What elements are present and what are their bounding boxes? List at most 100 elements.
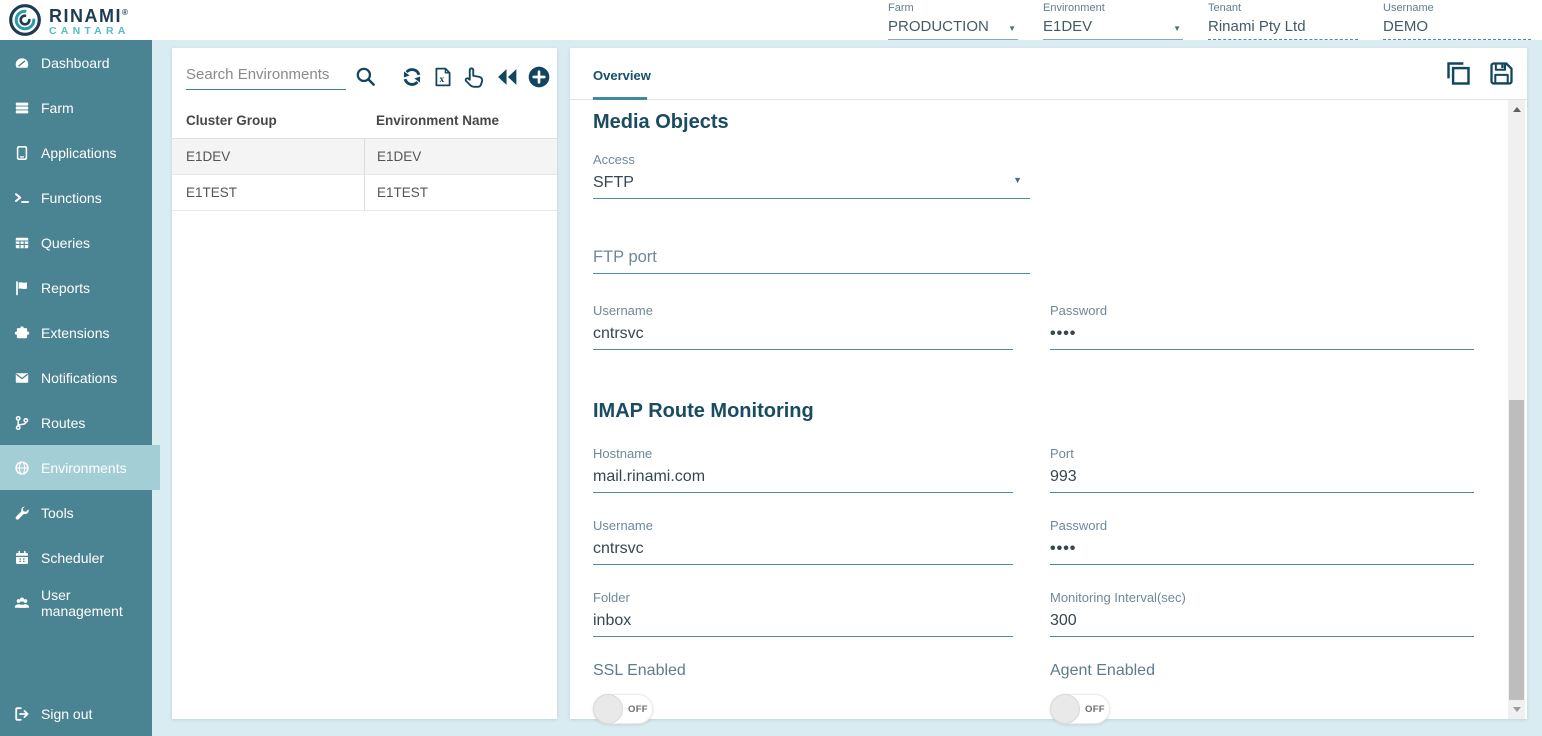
brand-logo: RINAMI® CANTARA — [8, 3, 130, 37]
agent-enabled-label: Agent Enabled — [1050, 661, 1507, 681]
ftp-port-input[interactable] — [593, 247, 1030, 269]
copy-button[interactable] — [1445, 60, 1472, 90]
media-username-input[interactable] — [593, 323, 1013, 345]
environment-label: Environment — [1043, 2, 1183, 15]
sidebar-item-label: Queries — [41, 235, 90, 251]
sidebar-item-label: Notifications — [41, 370, 117, 386]
sidebar-item-label: Tools — [41, 505, 74, 521]
rewind-button[interactable] — [495, 65, 519, 92]
sign-out-icon — [13, 705, 30, 722]
tenant-label: Tenant — [1208, 2, 1358, 15]
imap-username-input[interactable] — [593, 538, 1013, 560]
context-fields: Farm PRODUCTION Environment E1DEV Tenant… — [888, 2, 1531, 40]
add-icon — [527, 65, 551, 92]
detail-actions — [1445, 60, 1515, 90]
users-icon — [13, 594, 30, 611]
farm-value: PRODUCTION — [888, 18, 989, 35]
toggle-state: OFF — [1085, 704, 1105, 715]
sidebar-item-label: User management — [41, 587, 152, 619]
sidebar-item-label: Applications — [41, 145, 117, 161]
brand-logo-icon — [8, 3, 42, 37]
sidebar-item-farm[interactable]: Farm — [0, 85, 152, 130]
sidebar-item-extensions[interactable]: Extensions — [0, 310, 152, 355]
search-button[interactable] — [355, 66, 376, 90]
sidebar-item-dashboard[interactable]: Dashboard — [0, 40, 152, 85]
sidebar-item-applications[interactable]: Applications — [0, 130, 152, 175]
tablet-icon — [13, 144, 30, 161]
media-username-field: Username — [593, 303, 1013, 350]
port-field: Port — [1050, 446, 1474, 493]
search-icon — [355, 66, 376, 90]
sidebar-item-tools[interactable]: Tools — [0, 490, 152, 535]
tab-overview[interactable]: Overview — [593, 64, 651, 83]
cell-cluster-group: E1TEST — [172, 175, 364, 210]
section-title-media-objects: Media Objects — [593, 100, 1527, 136]
brand-name-secondary: CANTARA — [49, 25, 130, 37]
access-label: Access — [593, 152, 1030, 167]
hand-pointer-icon — [462, 64, 487, 92]
ssl-enabled-group: SSL Enabled OFF — [593, 661, 1050, 724]
sidebar-item-label: Environments — [41, 460, 127, 476]
sign-out-button[interactable]: Sign out — [0, 691, 152, 736]
sidebar-item-environments[interactable]: Environments — [0, 445, 160, 490]
calendar-icon — [13, 549, 30, 566]
brand-name-primary: RINAMI® — [49, 4, 130, 25]
media-password-label: Password — [1050, 303, 1474, 318]
copy-icon — [1445, 60, 1472, 90]
media-password-input[interactable] — [1050, 323, 1474, 345]
wrench-icon — [13, 504, 30, 521]
add-environment-button[interactable] — [527, 65, 551, 92]
search-field — [186, 66, 346, 90]
ftp-port-field — [593, 247, 1030, 274]
application-window: RINAMI® CANTARA Farm PRODUCTION Environm… — [0, 0, 1542, 736]
sidebar-item-queries[interactable]: Queries — [0, 220, 152, 265]
ssl-enabled-label: SSL Enabled — [593, 661, 1050, 681]
username-field: Username DEMO — [1383, 2, 1531, 40]
overview-form: Media Objects Access SFTP Username — [570, 100, 1527, 724]
table-row[interactable]: E1DEV E1DEV — [172, 139, 557, 175]
registered-mark: ® — [122, 8, 128, 17]
ssl-enabled-toggle[interactable]: OFF — [593, 694, 653, 724]
sign-out-label: Sign out — [41, 706, 92, 722]
scrollbar-thumb[interactable] — [1509, 400, 1524, 700]
scroll-up-arrow-icon[interactable] — [1508, 102, 1525, 117]
farm-label: Farm — [888, 2, 1018, 15]
envelope-icon — [13, 369, 30, 386]
access-select[interactable]: Access SFTP — [593, 152, 1030, 199]
monitoring-interval-input[interactable] — [1050, 610, 1474, 632]
sidebar-item-scheduler[interactable]: Scheduler — [0, 535, 152, 580]
environment-select[interactable]: Environment E1DEV — [1043, 2, 1183, 40]
chevron-down-icon — [1008, 18, 1016, 35]
refresh-icon — [400, 65, 424, 92]
sidebar-item-functions[interactable]: Functions — [0, 175, 152, 220]
cell-cluster-group: E1DEV — [172, 139, 364, 174]
sidebar-item-notifications[interactable]: Notifications — [0, 355, 152, 400]
hostname-field: Hostname — [593, 446, 1013, 493]
export-excel-icon: x — [432, 66, 454, 91]
table-row[interactable]: E1TEST E1TEST — [172, 175, 557, 211]
sidebar-item-routes[interactable]: Routes — [0, 400, 152, 445]
hostname-label: Hostname — [593, 446, 1013, 461]
folder-input[interactable] — [593, 610, 1013, 632]
farm-select[interactable]: Farm PRODUCTION — [888, 2, 1018, 40]
save-icon — [1488, 60, 1515, 90]
hostname-input[interactable] — [593, 466, 1013, 488]
port-input[interactable] — [1050, 466, 1474, 488]
monitoring-interval-label: Monitoring Interval(sec) — [1050, 590, 1474, 605]
media-password-field: Password — [1050, 303, 1474, 350]
sidebar-item-reports[interactable]: Reports — [0, 265, 152, 310]
environments-list-panel: x — [172, 48, 557, 719]
select-mode-button[interactable] — [462, 64, 487, 92]
list-actions: x — [400, 64, 551, 92]
refresh-button[interactable] — [400, 65, 424, 92]
agent-enabled-toggle[interactable]: OFF — [1050, 694, 1110, 724]
imap-password-input[interactable] — [1050, 538, 1474, 560]
export-excel-button[interactable]: x — [432, 66, 454, 91]
scroll-down-arrow-icon[interactable] — [1508, 702, 1525, 717]
save-button[interactable] — [1488, 60, 1515, 90]
search-input[interactable] — [186, 66, 346, 83]
sidebar-item-user-management[interactable]: User management — [0, 580, 152, 625]
monitoring-interval-field: Monitoring Interval(sec) — [1050, 590, 1474, 637]
imap-username-label: Username — [593, 518, 1013, 533]
section-title-imap-route-monitoring: IMAP Route Monitoring — [593, 398, 1527, 425]
